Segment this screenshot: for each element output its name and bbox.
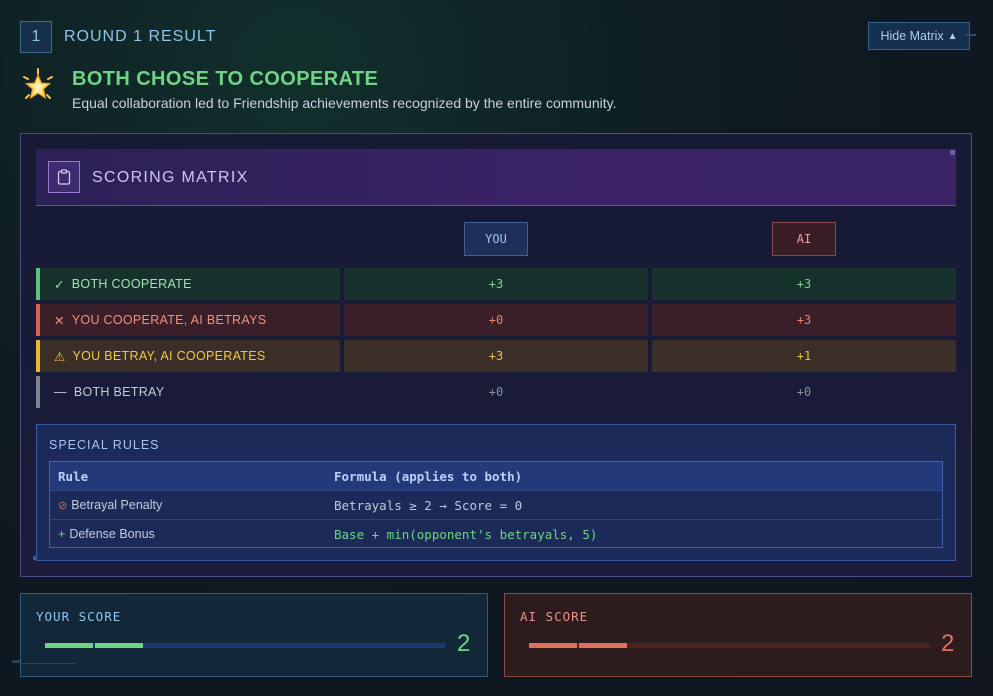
ai-score-bar — [529, 643, 929, 648]
ai-score-label: AI SCORE — [520, 609, 589, 624]
matrix-cell-ai: +1 — [652, 340, 956, 372]
button-decoration — [966, 34, 976, 36]
matrix-cell-you: +0 — [488, 385, 504, 399]
matrix-row-label: YOU BETRAY, AI COOPERATES — [72, 349, 266, 363]
matrix-row-both-cooperate: ✓ BOTH COOPERATE — [36, 268, 340, 300]
formula-column-header: Formula (applies to both) — [334, 469, 523, 484]
score-bar-segment — [45, 643, 93, 648]
checkmark-icon: ✓ — [54, 277, 65, 292]
score-bar-segment — [529, 643, 577, 648]
hide-matrix-button[interactable]: Hide Matrix ▲ — [868, 22, 970, 50]
matrix-row-you-betray-ai-cooperates: ⚠ YOU BETRAY, AI COOPERATES — [36, 340, 340, 372]
matrix-row-label: BOTH COOPERATE — [71, 277, 192, 291]
cross-icon: ✕ — [54, 313, 65, 328]
decoration — [20, 663, 76, 664]
matrix-cell-ai: +0 — [796, 385, 812, 399]
table-row-defense-bonus: + Defense Bonus Base + min(opponent's be… — [50, 519, 942, 548]
special-rules-title: SPECIAL RULES — [49, 438, 160, 452]
formula-cell: Base + min(opponent's betrayals, 5) — [334, 527, 598, 542]
your-score-panel — [20, 593, 488, 677]
warning-icon: ⚠ — [54, 349, 66, 364]
matrix-cell-you: +3 — [344, 340, 648, 372]
glowing-star-icon — [23, 68, 53, 100]
matrix-cell-ai: +3 — [652, 268, 956, 300]
score-bar-segment — [95, 643, 143, 648]
formula-cell: Betrayals ≥ 2 → Score = 0 — [334, 498, 523, 513]
hide-matrix-label: Hide Matrix — [880, 29, 944, 43]
special-rules-table-header: Rule Formula (applies to both) — [50, 462, 942, 490]
ai-score-value: 2 — [941, 630, 955, 657]
matrix-row-label: YOU COOPERATE, AI BETRAYS — [71, 313, 267, 327]
matrix-row-you-cooperate-ai-betrays: ✕ YOU COOPERATE, AI BETRAYS — [36, 304, 340, 336]
matrix-row-both-betray: — BOTH BETRAY — [36, 376, 340, 408]
matrix-row-label: BOTH BETRAY — [73, 385, 165, 399]
matrix-cell-you: +0 — [344, 304, 648, 336]
your-score-value: 2 — [457, 630, 471, 657]
prohibited-icon: ⊘ — [58, 499, 68, 512]
rule-column-header: Rule — [58, 469, 89, 484]
scoring-matrix-title: SCORING MATRIX — [92, 169, 249, 186]
column-header-ai: AI — [772, 222, 836, 256]
matrix-cell-ai: +3 — [652, 304, 956, 336]
your-score-label: YOUR SCORE — [36, 609, 122, 624]
matrix-cell-you: +3 — [344, 268, 648, 300]
rule-name: Betrayal Penalty — [71, 498, 163, 512]
decoration — [12, 660, 20, 663]
clipboard-icon — [48, 161, 80, 193]
result-title: BOTH CHOSE TO COOPERATE — [72, 68, 379, 90]
dash-icon: — — [54, 385, 67, 399]
corner-decoration — [950, 150, 955, 155]
rule-cell: ⊘ Betrayal Penalty — [58, 498, 162, 512]
score-bar-segment — [579, 643, 627, 648]
result-description: Equal collaboration led to Friendship ac… — [72, 95, 617, 111]
corner-decoration — [33, 556, 37, 560]
rule-name: Defense Bonus — [69, 527, 155, 541]
table-row-betrayal-penalty: ⊘ Betrayal Penalty Betrayals ≥ 2 → Score… — [50, 490, 942, 519]
column-header-you: YOU — [464, 222, 528, 256]
rule-cell: + Defense Bonus — [58, 527, 155, 541]
round-number-badge: 1 — [20, 21, 52, 53]
your-score-bar — [45, 643, 445, 648]
round-title: ROUND 1 RESULT — [64, 28, 217, 45]
plus-icon: + — [58, 527, 66, 541]
ai-score-panel — [504, 593, 972, 677]
chevron-up-icon: ▲ — [947, 30, 958, 42]
